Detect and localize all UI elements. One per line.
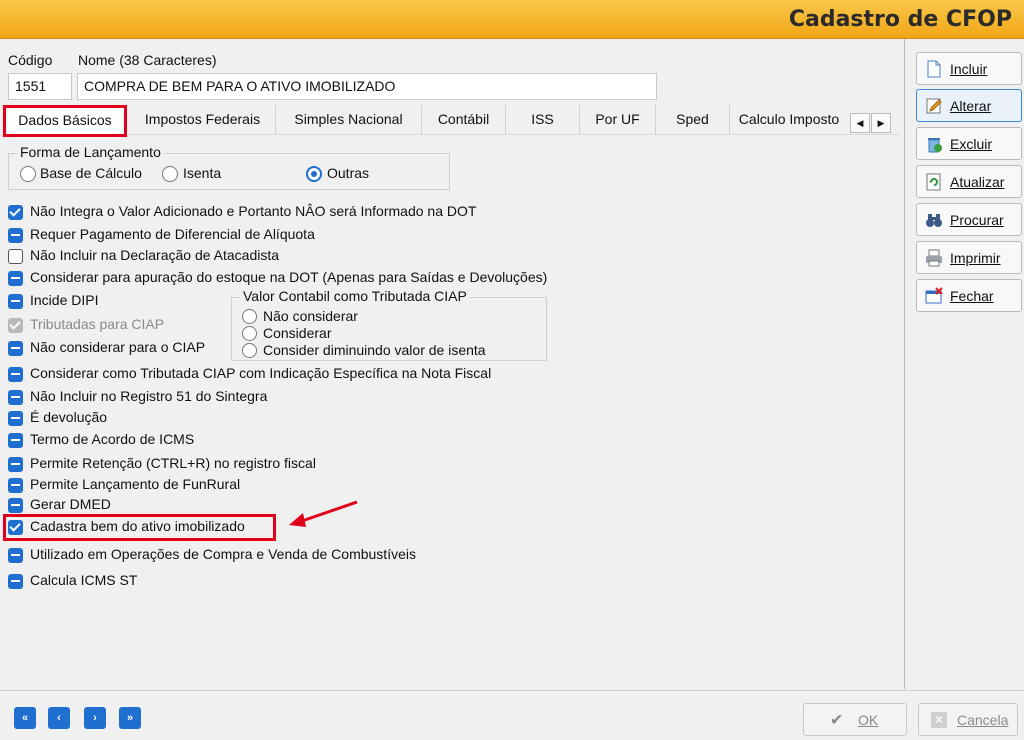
tab-impostos-federais[interactable]: Impostos Federais — [130, 105, 276, 135]
checkbox-4[interactable] — [8, 294, 23, 309]
excluir-label: Excluir — [950, 136, 993, 152]
procurar-label: Procurar — [950, 212, 1004, 228]
incluir-label: Incluir — [950, 61, 988, 77]
checkbox-1[interactable] — [8, 228, 23, 243]
printer-icon — [926, 249, 942, 267]
edit-icon — [926, 98, 942, 114]
delete-icon — [928, 138, 942, 153]
fechar-label: Fechar — [950, 288, 994, 304]
checkbox-label-0: Não Integra o Valor Adicionado e Portant… — [30, 203, 477, 219]
checkbox-label-16: Calcula ICMS ST — [30, 572, 138, 588]
close-window-icon — [925, 287, 943, 304]
checkbox-16[interactable] — [8, 574, 23, 589]
radio-consider-diminuindo-label: Consider diminuindo valor de isenta — [263, 342, 486, 358]
checkbox-5[interactable] — [8, 318, 23, 333]
checkbox-label-3: Considerar para apuração do estoque na D… — [30, 269, 548, 285]
checkbox-12[interactable] — [8, 478, 23, 493]
checkbox-label-10: Termo de Acordo de ICMS — [30, 431, 195, 447]
main-panel: Código Nome (38 Caracteres) 1551 COMPRA … — [0, 39, 905, 689]
codigo-label: Código — [8, 52, 53, 68]
radio-base-calculo-label: Base de Cálculo — [40, 165, 142, 181]
excluir-button[interactable]: Excluir — [916, 127, 1022, 160]
window-title: Cadastro de CFOP — [788, 7, 1012, 32]
imprimir-label: Imprimir — [950, 250, 1001, 266]
nome-field[interactable]: COMPRA DE BEM PARA O ATIVO IMOBILIZADO — [77, 73, 657, 100]
checkbox-label-13: Gerar DMED — [30, 496, 111, 512]
checkbox-15[interactable] — [8, 548, 23, 563]
radio-nao-considerar-label: Não considerar — [263, 308, 358, 324]
radio-isenta[interactable] — [162, 166, 178, 182]
checkbox-label-7: Considerar como Tributada CIAP com Indic… — [30, 365, 492, 381]
radio-considerar[interactable] — [242, 326, 257, 341]
next-record-button[interactable]: › — [84, 707, 106, 729]
tab-simples-nacional[interactable]: Simples Nacional — [276, 105, 422, 135]
cancela-label: Cancela — [957, 712, 1009, 728]
last-record-button[interactable]: » — [119, 707, 141, 729]
tab-bar: Dados Básicos Impostos Federais Simples … — [0, 105, 900, 137]
checkbox-label-5: Tributadas para CIAP — [30, 316, 165, 332]
codigo-field[interactable]: 1551 — [8, 73, 72, 100]
check-icon: ✔ — [830, 712, 844, 729]
previous-record-button[interactable]: ‹ — [48, 707, 70, 729]
checkbox-label-1: Requer Pagamento de Diferencial de Alíqu… — [30, 226, 315, 242]
tab-scroll-left-icon[interactable]: ◀ — [850, 113, 870, 133]
binoculars-icon — [926, 214, 942, 227]
document-icon — [927, 60, 941, 78]
cancela-button[interactable]: ✕ Cancela — [918, 703, 1018, 736]
tab-scroll-right-icon[interactable]: ▶ — [871, 113, 891, 133]
action-panel: Incluir Alterar Excluir Atualizar Procur… — [906, 39, 1024, 689]
imprimir-button[interactable]: Imprimir — [916, 241, 1022, 274]
radio-consider-diminuindo[interactable] — [242, 343, 257, 358]
refresh-icon — [926, 173, 941, 191]
checkbox-13[interactable] — [8, 498, 23, 513]
radio-nao-considerar[interactable] — [242, 309, 257, 324]
tab-sped[interactable]: Sped — [656, 105, 730, 135]
highlight-box — [3, 514, 276, 541]
checkbox-0[interactable] — [8, 205, 23, 220]
ciap-group-title: Valor Contabil como Tributada CIAP — [240, 288, 470, 304]
atualizar-button[interactable]: Atualizar — [916, 165, 1022, 198]
checkbox-label-2: Não Incluir na Declaração de Atacadista — [30, 247, 280, 263]
radio-outras[interactable] — [306, 166, 322, 182]
alterar-button[interactable]: Alterar — [916, 89, 1022, 122]
ok-label: OK — [858, 712, 879, 728]
tab-iss[interactable]: ISS — [506, 105, 580, 135]
fechar-button[interactable]: Fechar — [916, 279, 1022, 312]
tab-calculo-imposto[interactable]: Calculo Imposto — [730, 105, 848, 135]
checkbox-label-8: Não Incluir no Registro 51 do Sintegra — [30, 388, 268, 404]
forma-lancamento-title: Forma de Lançamento — [17, 144, 164, 160]
tab-dados-basicos[interactable]: Dados Básicos — [3, 105, 127, 137]
tab-por-uf[interactable]: Por UF — [580, 105, 656, 135]
radio-base-calculo[interactable] — [20, 166, 36, 182]
footer-bar: « ‹ › » ✔ OK ✕ Cancela — [0, 690, 1024, 740]
checkbox-label-15: Utilizado em Operações de Compra e Venda… — [30, 546, 416, 562]
radio-isenta-label: Isenta — [183, 165, 222, 181]
checkbox-7[interactable] — [8, 367, 23, 382]
checkbox-label-12: Permite Lançamento de FunRural — [30, 476, 241, 492]
checkbox-label-9: É devolução — [30, 409, 108, 425]
checkbox-3[interactable] — [8, 271, 23, 286]
incluir-button[interactable]: Incluir — [916, 52, 1022, 85]
checkbox-label-4: Incide DIPI — [30, 292, 99, 308]
checkbox-9[interactable] — [8, 411, 23, 426]
tab-contabil[interactable]: Contábil — [422, 105, 506, 135]
first-record-button[interactable]: « — [14, 707, 36, 729]
nome-label: Nome (38 Caracteres) — [78, 52, 217, 68]
title-bar: Cadastro de CFOP — [0, 0, 1024, 39]
ok-button[interactable]: ✔ OK — [803, 703, 907, 736]
radio-outras-label: Outras — [327, 165, 370, 181]
atualizar-label: Atualizar — [950, 174, 1005, 190]
annotation-arrow-icon — [289, 500, 358, 527]
checkbox-8[interactable] — [8, 390, 23, 405]
checkbox-label-6: Não considerar para o CIAP — [30, 339, 206, 355]
checkbox-6[interactable] — [8, 341, 23, 356]
checkbox-11[interactable] — [8, 457, 23, 472]
checkbox-label-11: Permite Retenção (CTRL+R) no registro fi… — [30, 455, 316, 471]
cancel-icon: ✕ — [931, 712, 947, 728]
radio-considerar-label: Considerar — [263, 325, 332, 341]
procurar-button[interactable]: Procurar — [916, 203, 1022, 236]
checkbox-10[interactable] — [8, 433, 23, 448]
alterar-label: Alterar — [950, 98, 992, 114]
checkbox-2[interactable] — [8, 249, 23, 264]
